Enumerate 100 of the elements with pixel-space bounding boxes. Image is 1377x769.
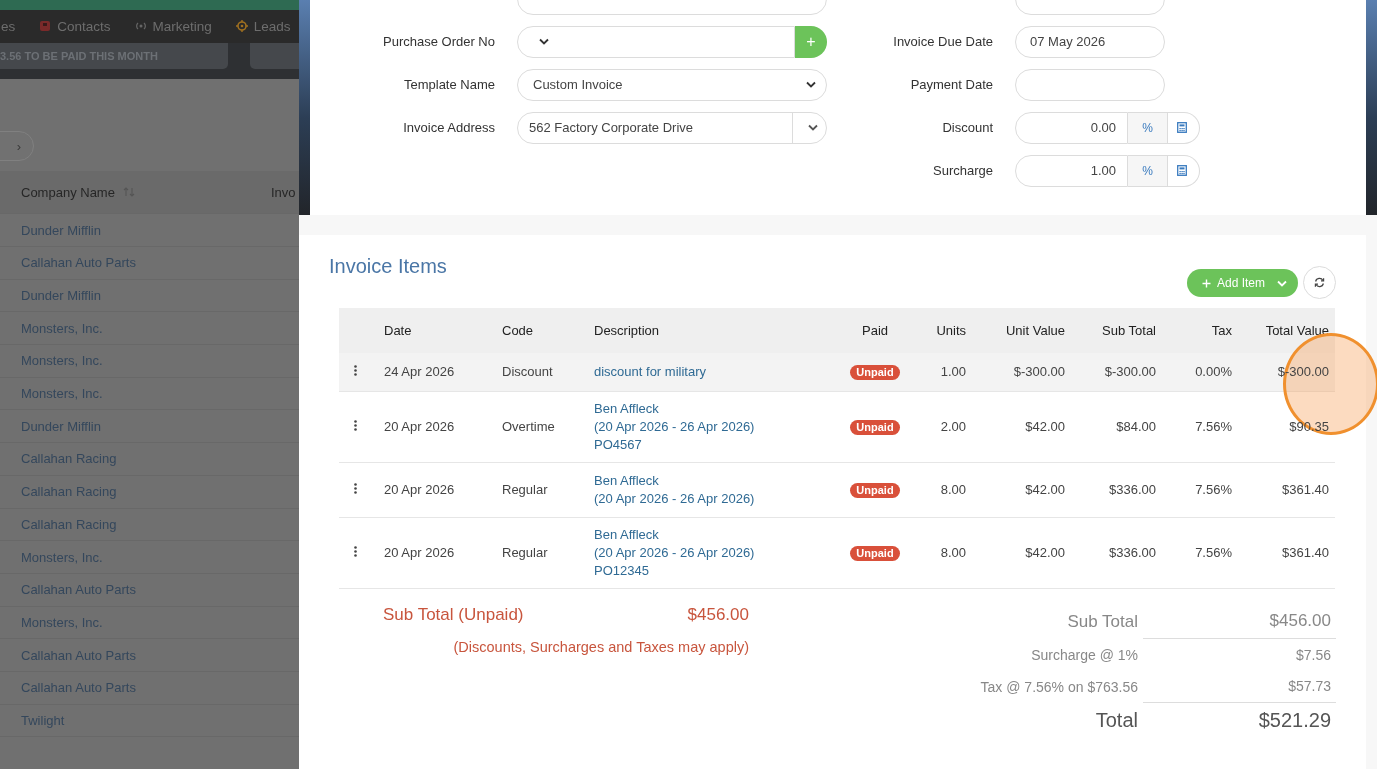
nav-link[interactable]: es: [1, 18, 16, 34]
table-row[interactable]: 20 Apr 2026 Regular Ben Affleck (20 Apr 2026 - 26 Apr 2026) PO12345 Unpaid 8.00 $42.00 $336.00 7.56% $361.40: [339, 517, 1335, 588]
calculator-button[interactable]: [1168, 154, 1200, 187]
percent-toggle[interactable]: %: [1128, 111, 1168, 144]
next-page-button[interactable]: ›: [0, 131, 34, 162]
table-cell: 20 Apr 2026: [384, 419, 455, 434]
number-field[interactable]: 0.00: [1015, 111, 1128, 144]
company-link[interactable]: Callahan Auto Parts: [21, 680, 136, 696]
subtotal-value: $456.00: [687, 604, 749, 625]
company-link[interactable]: Callahan Auto Parts: [21, 255, 136, 271]
column-header: Date: [371, 308, 489, 353]
total-label: Tax @ 7.56% on $763.56: [980, 677, 1138, 697]
company-link[interactable]: Twilight: [21, 712, 65, 728]
calculator-icon: [1176, 165, 1187, 176]
table-cell: Discount: [502, 364, 553, 380]
table-cell: Regular: [502, 545, 548, 560]
note-text: (Discounts, Surcharges and Taxes may apply): [452, 638, 749, 655]
field-label: Discount: [941, 120, 993, 135]
company-link[interactable]: Monsters, Inc.: [21, 549, 103, 565]
table-cell: 1.00: [940, 364, 966, 380]
table-cell: 20 Apr 2026: [384, 482, 455, 497]
table-cell: $336.00: [1109, 482, 1156, 497]
refresh-button[interactable]: [1303, 266, 1336, 299]
total-value: $57.73: [1143, 670, 1336, 703]
status-badge: Unpaid: [850, 482, 900, 498]
input-field[interactable]: [1015, 68, 1165, 101]
nav-link[interactable]: Marketing: [134, 18, 212, 34]
table-cell: 7.56%: [1195, 419, 1232, 434]
contact-card-icon: [39, 20, 52, 33]
field-label: Purchase Order No: [382, 34, 495, 49]
field-label: Payment Date: [909, 77, 993, 92]
subtotal-label: Sub Total (Unpaid): [383, 604, 524, 625]
field-label: Surcharge: [932, 163, 993, 178]
table-cell: 0.00%: [1195, 364, 1232, 380]
total-value: $521.29: [1257, 708, 1332, 733]
column-header: Tax: [1161, 308, 1237, 353]
target-icon: [235, 20, 248, 33]
company-link[interactable]: Callahan Auto Parts: [21, 647, 136, 663]
refresh-icon: [1314, 277, 1325, 288]
description-link[interactable]: Ben Affleck (20 Apr 2026 - 26 Apr 2026): [594, 471, 821, 508]
company-link[interactable]: Dunder Mifflin: [21, 418, 101, 434]
add-button[interactable]: +: [795, 25, 827, 58]
more-vertical-icon: [353, 483, 357, 494]
company-link[interactable]: Monsters, Inc.: [21, 320, 103, 336]
status-badge: Unpaid: [850, 419, 900, 435]
description-link[interactable]: Ben Affleck (20 Apr 2026 - 26 Apr 2026) PO4567: [594, 399, 821, 454]
table-cell: 24 Apr 2026: [384, 364, 455, 380]
table-cell: Overtime: [502, 419, 555, 434]
field-label: Invoice Due Date: [892, 34, 993, 49]
company-link[interactable]: Callahan Racing: [21, 516, 117, 532]
table-cell: 8.00: [940, 482, 966, 497]
nav-link[interactable]: Contacts: [39, 18, 111, 34]
table-cell: 20 Apr 2026: [384, 545, 455, 560]
column-header[interactable]: Invo: [271, 184, 299, 200]
table-cell: $361.40: [1282, 545, 1329, 560]
table-cell: $-300.00: [1013, 364, 1065, 380]
column-header: Description: [581, 308, 821, 353]
table-cell: $361.40: [1282, 482, 1329, 497]
column-header: Total Value: [1237, 308, 1335, 353]
table-row[interactable]: 20 Apr 2026 Regular Ben Affleck (20 Apr 2026 - 26 Apr 2026) Unpaid 8.00 $42.00 $336.00 7.56% $361.40: [339, 462, 1335, 517]
company-link[interactable]: Callahan Racing: [21, 451, 117, 467]
percent-toggle[interactable]: %: [1128, 154, 1168, 187]
table-cell: Regular: [502, 482, 548, 497]
column-header: Sub Total: [1069, 308, 1161, 353]
company-link[interactable]: Monsters, Inc.: [21, 353, 103, 369]
select-field[interactable]: Custom Invoice: [517, 68, 827, 101]
summary-card: [250, 42, 299, 69]
section-title: Invoice Items: [329, 255, 447, 279]
select-field[interactable]: [517, 25, 795, 58]
company-link[interactable]: Dunder Mifflin: [21, 288, 101, 304]
table-cell: $336.00: [1109, 545, 1156, 560]
status-badge: Unpaid: [850, 364, 900, 380]
total-label: Surcharge @ 1%: [1030, 645, 1138, 665]
add-item-button[interactable]: Add Item: [1186, 269, 1298, 297]
company-link[interactable]: Monsters, Inc.: [21, 386, 103, 402]
company-link[interactable]: Callahan Auto Parts: [21, 582, 136, 598]
column-header: Paid: [821, 308, 929, 353]
table-cell: $42.00: [1025, 545, 1065, 560]
company-link[interactable]: Monsters, Inc.: [21, 614, 103, 630]
column-header: Units: [929, 308, 969, 353]
chevron-down-icon: [539, 38, 549, 45]
column-header[interactable]: Company Name: [21, 184, 115, 200]
chevron-down-icon: [806, 81, 816, 88]
table-cell: $84.00: [1116, 419, 1156, 434]
table-cell: $42.00: [1025, 482, 1065, 497]
total-label: Total: [1094, 708, 1138, 733]
more-vertical-icon: [353, 365, 357, 377]
status-badge: Unpaid: [850, 545, 900, 561]
input-field[interactable]: 07 May 2026: [1015, 25, 1165, 58]
more-vertical-icon: [353, 546, 357, 557]
more-vertical-icon: [353, 420, 357, 431]
table-cell: 7.56%: [1195, 482, 1232, 497]
description-link[interactable]: Ben Affleck (20 Apr 2026 - 26 Apr 2026) PO12345: [594, 525, 821, 580]
company-link[interactable]: Callahan Racing: [21, 484, 117, 500]
company-link[interactable]: Dunder Mifflin: [21, 222, 101, 238]
number-field[interactable]: 1.00: [1015, 154, 1128, 187]
table-cell: 7.56%: [1195, 545, 1232, 560]
table-cell: 8.00: [940, 545, 966, 560]
calculator-button[interactable]: [1168, 111, 1200, 144]
nav-link[interactable]: Leads: [235, 18, 291, 34]
